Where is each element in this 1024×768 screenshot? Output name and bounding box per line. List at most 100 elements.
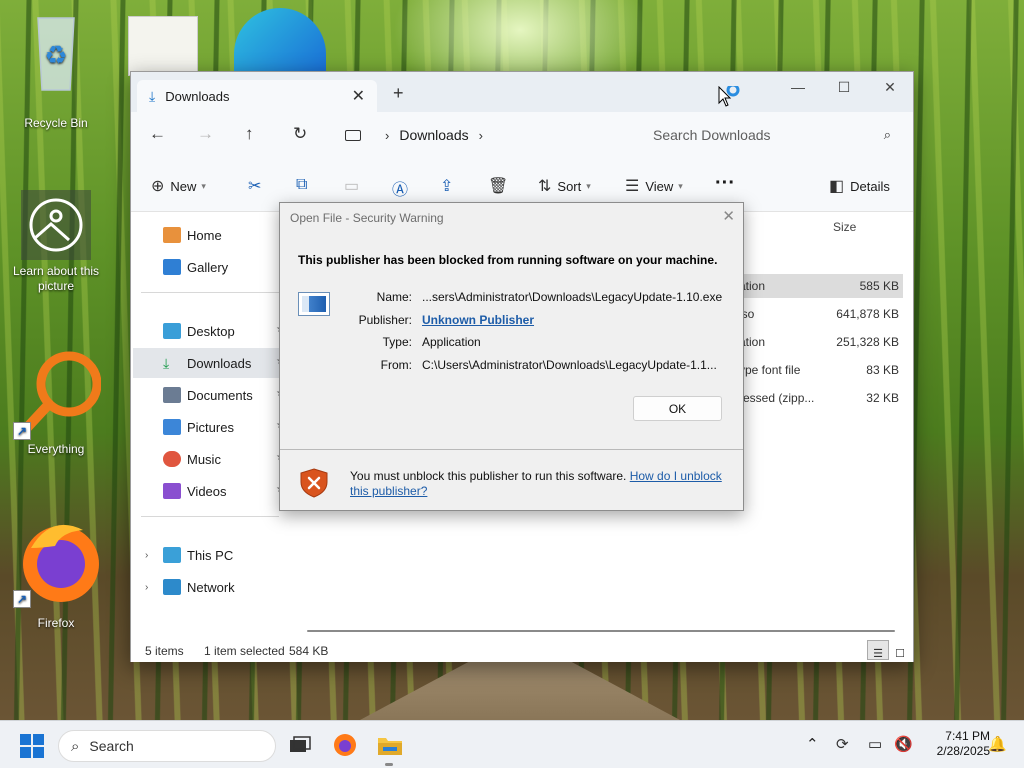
nav-item-music[interactable]: Music ★ [133, 444, 289, 474]
copy-button[interactable]: ⧉ [296, 176, 313, 194]
paste-icon: ▭ [344, 178, 360, 195]
update-status-icon[interactable]: ⟳ [836, 735, 849, 753]
busy-cursor-icon [718, 83, 742, 111]
type-label: Type: [382, 335, 412, 349]
chevron-down-icon: ▾ [201, 180, 206, 191]
folder-icon [378, 738, 402, 755]
this-pc-icon [163, 547, 181, 563]
notification-bell-icon[interactable]: 🔔 [988, 735, 1007, 753]
close-tab-icon[interactable]: ✕ [352, 86, 365, 106]
table-row[interactable]: ation 585 KB [739, 274, 903, 298]
delete-button[interactable]: 🗑 [488, 176, 514, 196]
windows-logo-icon [20, 747, 31, 758]
from-value: C:\Users\Administrator\Downloads\LegacyU… [422, 358, 717, 372]
windows-logo-icon [20, 734, 31, 745]
new-tab-button[interactable]: + [393, 83, 404, 104]
nav-item-downloads[interactable]: ⤓ Downloads ★ [133, 348, 289, 378]
nav-item-documents[interactable]: Documents ★ [133, 380, 289, 410]
nav-divider [141, 516, 279, 517]
home-icon [163, 227, 181, 243]
nav-label: Documents [187, 387, 253, 403]
paste-button[interactable]: ▭ [344, 176, 365, 196]
firefox-icon: ↗ [11, 518, 101, 608]
chevron-right-icon[interactable]: › [385, 128, 389, 143]
forward-button[interactable]: → [197, 124, 214, 144]
nav-item-gallery[interactable]: Gallery [133, 252, 289, 282]
desktop-icon-recycle-bin[interactable]: ♻ Recycle Bin [6, 12, 106, 130]
table-row[interactable]: ation 251,328 KB [739, 330, 903, 354]
footer-text: You must unblock this publisher to run t… [350, 469, 627, 483]
search-placeholder: Search Downloads [653, 127, 771, 143]
desktop-icon-label: Firefox [37, 616, 75, 630]
desktop-icon-firefox[interactable]: ↗ Firefox [6, 518, 106, 630]
cut-button[interactable]: ✂ [248, 176, 267, 196]
row-size: 251,328 KB [836, 335, 899, 349]
column-header-size[interactable]: Size [833, 220, 856, 234]
maximize-button[interactable]: ☐ [821, 72, 867, 102]
share-button[interactable]: ⇪ [440, 176, 459, 196]
new-button[interactable]: ⊕ New ▾ [151, 176, 206, 196]
trash-icon: 🗑 [488, 178, 509, 195]
tab-downloads[interactable]: ⤓ Downloads ✕ [137, 80, 377, 112]
more-options-button[interactable]: ··· [715, 172, 735, 195]
nav-item-pictures[interactable]: Pictures ★ [133, 412, 289, 442]
taskbar-search[interactable]: ⌕ Search [58, 730, 276, 762]
nav-label: Music [187, 451, 221, 467]
details-button[interactable]: ◧ Details [829, 176, 890, 196]
nav-label: Home [187, 227, 222, 243]
address-bar: ← → ↑ ↻ › Downloads › Search Downloads ⌕ [131, 112, 913, 160]
breadcrumb[interactable]: › Downloads › [331, 120, 629, 150]
rename-button[interactable]: Ⓐ [392, 176, 414, 200]
task-view-button[interactable] [288, 733, 312, 757]
sort-button[interactable]: ⇅ Sort ▾ [538, 176, 591, 196]
refresh-button[interactable]: ↻ [293, 124, 307, 144]
publisher-link[interactable]: Unknown Publisher [422, 313, 534, 327]
type-value: Application [422, 335, 481, 349]
clock-time: 7:41 PM [945, 729, 990, 743]
row-type: ressed (zipp... [739, 391, 815, 405]
start-button[interactable] [20, 734, 44, 758]
taskbar-clock[interactable]: 7:41 PM 2/28/2025 [920, 729, 990, 759]
selection-count: 1 item selected [204, 644, 285, 658]
chevron-right-icon[interactable]: › [145, 582, 148, 593]
row-size: 32 KB [866, 391, 899, 405]
close-window-button[interactable]: ✕ [867, 72, 913, 102]
details-view-button[interactable]: ☰ [867, 640, 889, 660]
nav-label: Network [187, 579, 235, 595]
pictures-folder-icon [163, 419, 181, 435]
back-button[interactable]: ← [149, 124, 166, 144]
desktop-icon-everything[interactable]: ↗ Everything [6, 350, 106, 456]
row-size: 83 KB [866, 363, 899, 377]
up-button[interactable]: ↑ [245, 124, 254, 144]
nav-item-this-pc[interactable]: › This PC [133, 540, 289, 570]
title-bar: ⤓ Downloads ✕ + — ☐ ✕ [131, 72, 913, 112]
selection-size: 584 KB [289, 644, 329, 658]
nav-item-home[interactable]: Home [133, 220, 289, 250]
search-input[interactable]: Search Downloads ⌕ [639, 120, 905, 150]
horizontal-scrollbar[interactable] [307, 630, 895, 632]
volume-muted-icon[interactable]: 🔇 [894, 735, 913, 753]
nav-item-videos[interactable]: Videos ★ [133, 476, 289, 506]
dialog-close-button[interactable]: ✕ [722, 207, 735, 225]
table-row[interactable]: ype font file 83 KB [739, 358, 903, 382]
chevron-right-icon[interactable]: › [145, 550, 148, 561]
rename-icon: Ⓐ [392, 182, 409, 199]
publisher-label: Publisher: [358, 313, 412, 327]
show-hidden-icons-chevron-icon[interactable]: ⌃ [806, 735, 819, 753]
desktop-icon-learn-picture[interactable]: Learn about this picture [6, 190, 106, 294]
nav-item-network[interactable]: › Network [133, 572, 289, 602]
breadcrumb-downloads[interactable]: Downloads [399, 127, 468, 143]
view-button[interactable]: ☰ View ▾ [625, 176, 683, 196]
table-row[interactable]: ressed (zipp... 32 KB [739, 386, 903, 410]
taskbar-file-explorer[interactable] [377, 733, 402, 757]
nav-item-desktop[interactable]: Desktop ★ [133, 316, 289, 346]
ok-button[interactable]: OK [633, 396, 722, 421]
minimize-button[interactable]: — [775, 72, 821, 102]
tiles-view-button[interactable]: ☐ [889, 640, 911, 660]
network-status-icon[interactable]: ▭ [868, 735, 882, 753]
taskbar-firefox[interactable] [333, 733, 357, 757]
name-value: ...sers\Administrator\Downloads\LegacyUp… [422, 290, 723, 304]
chevron-right-icon[interactable]: › [479, 128, 483, 143]
table-row[interactable]: iso 641,878 KB [739, 302, 903, 326]
notepad-plus-plus-icon[interactable] [128, 16, 198, 76]
